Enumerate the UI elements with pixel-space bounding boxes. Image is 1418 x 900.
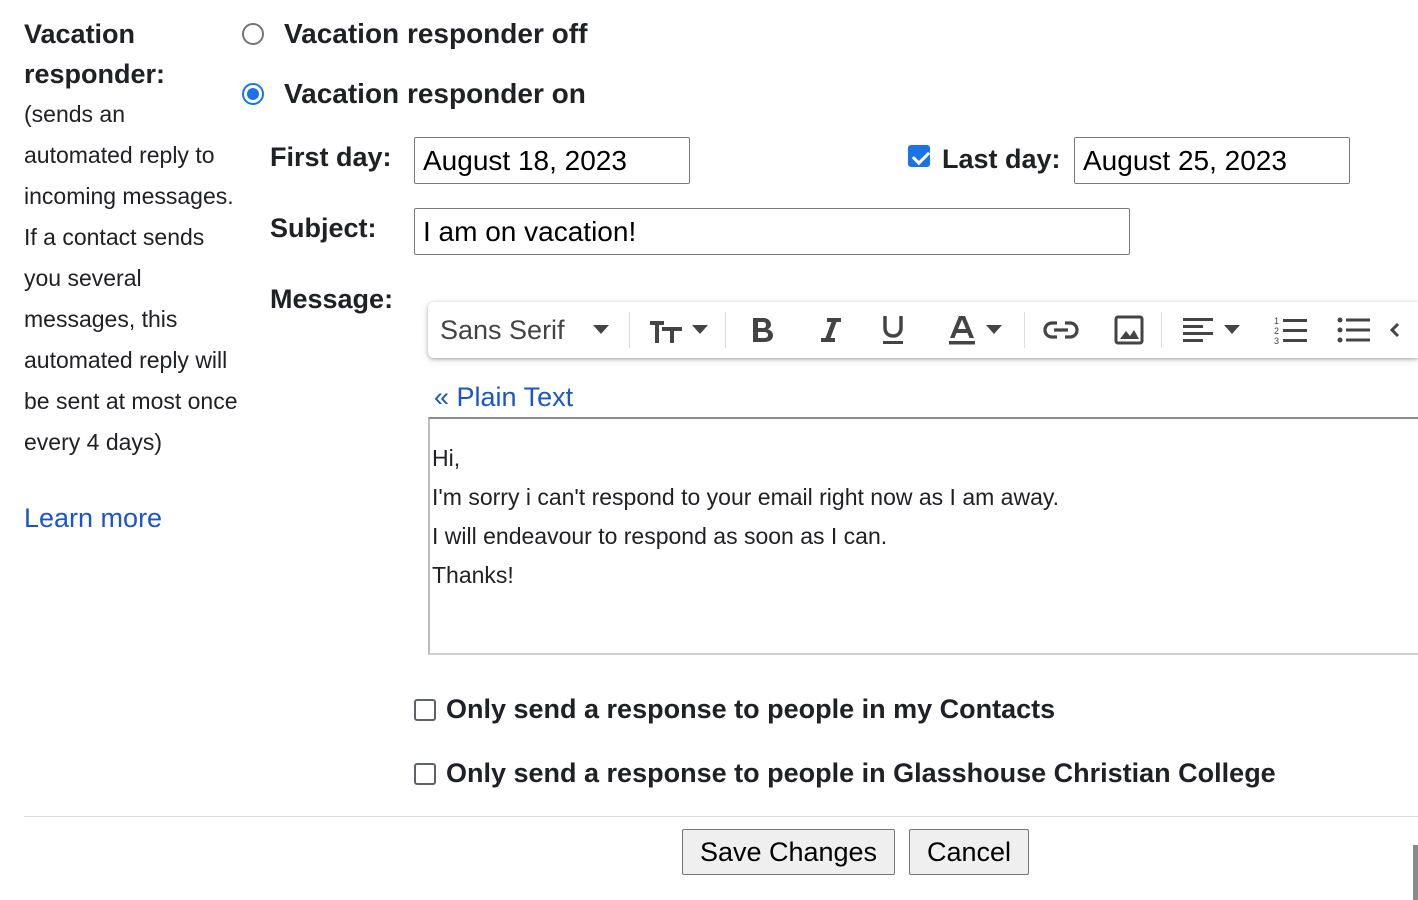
underline-button[interactable] xyxy=(861,302,925,358)
responder-off-option[interactable]: Vacation responder off xyxy=(242,14,587,54)
responder-off-radio[interactable] xyxy=(242,23,264,45)
italic-button[interactable] xyxy=(798,302,862,358)
font-family-select[interactable]: Sans Serif xyxy=(428,302,629,358)
bold-button[interactable] xyxy=(726,302,798,358)
text-color-button[interactable] xyxy=(925,302,1024,358)
link-icon xyxy=(1043,321,1079,339)
first-day-label: First day: xyxy=(270,142,392,172)
text-size-icon xyxy=(649,321,682,343)
chevron-down-icon xyxy=(985,325,1002,334)
scrollbar-thumb[interactable] xyxy=(1413,845,1418,900)
insert-image-button[interactable] xyxy=(1097,302,1161,358)
bulleted-list-icon xyxy=(1337,317,1371,343)
responder-on-label: Vacation responder on xyxy=(284,78,586,109)
image-icon xyxy=(1114,315,1144,345)
org-only-option[interactable]: Only send a response to people in Glassh… xyxy=(414,758,1276,789)
formatting-toolbar: Sans Serif 1 2 3 xyxy=(428,302,1418,358)
svg-text:2: 2 xyxy=(1274,326,1279,336)
last-day-label: Last day: xyxy=(942,144,1061,174)
first-day-input[interactable] xyxy=(414,137,690,184)
text-size-button[interactable] xyxy=(630,302,725,358)
subject-input[interactable] xyxy=(414,208,1130,255)
section-title: Vacation responder: xyxy=(24,19,166,89)
svg-text:3: 3 xyxy=(1274,336,1279,345)
org-only-label: Only send a response to people in Glassh… xyxy=(446,758,1276,788)
last-day-checkbox[interactable] xyxy=(908,145,930,167)
message-line: I will endeavour to respond as soon as I… xyxy=(432,523,888,549)
message-line: Thanks! xyxy=(432,562,514,588)
plain-text-link[interactable]: « Plain Text xyxy=(434,382,573,413)
font-family-value: Sans Serif xyxy=(440,314,565,345)
indent-less-button[interactable] xyxy=(1388,302,1418,358)
chevron-down-icon xyxy=(592,325,609,334)
responder-on-option[interactable]: Vacation responder on xyxy=(242,74,586,114)
insert-link-button[interactable] xyxy=(1025,302,1097,358)
align-button[interactable] xyxy=(1162,302,1261,358)
learn-more-link[interactable]: Learn more xyxy=(24,503,162,534)
chevron-down-icon xyxy=(1224,325,1241,334)
section-description: (sends an automated reply to incoming me… xyxy=(24,101,238,455)
message-editor[interactable]: Hi, I'm sorry i can't respond to your em… xyxy=(428,417,1418,655)
align-icon xyxy=(1183,318,1214,342)
message-label: Message: xyxy=(270,284,394,314)
italic-icon xyxy=(820,318,841,342)
message-line: I'm sorry i can't respond to your email … xyxy=(432,484,1060,510)
numbered-list-button[interactable]: 1 2 3 xyxy=(1261,302,1321,358)
contacts-only-label: Only send a response to people in my Con… xyxy=(446,694,1056,724)
contacts-only-checkbox[interactable] xyxy=(414,698,436,721)
last-day-input[interactable] xyxy=(1074,137,1350,184)
responder-off-label: Vacation responder off xyxy=(284,18,588,49)
footer-divider xyxy=(24,816,1418,817)
bulleted-list-button[interactable] xyxy=(1321,302,1389,358)
message-line: Hi, xyxy=(432,445,461,471)
text-color-icon xyxy=(948,316,975,345)
bold-icon xyxy=(753,318,774,342)
chevron-down-icon xyxy=(691,325,708,334)
org-only-checkbox[interactable] xyxy=(414,762,436,785)
indent-less-icon xyxy=(1390,322,1400,338)
subject-label: Subject: xyxy=(270,213,377,243)
responder-on-radio[interactable] xyxy=(242,83,264,105)
contacts-only-option[interactable]: Only send a response to people in my Con… xyxy=(414,694,1055,725)
svg-text:1: 1 xyxy=(1274,316,1279,326)
cancel-button[interactable]: Cancel xyxy=(909,829,1029,875)
numbered-list-icon: 1 2 3 xyxy=(1274,316,1307,345)
underline-icon xyxy=(883,316,904,344)
save-changes-button[interactable]: Save Changes xyxy=(682,829,895,875)
